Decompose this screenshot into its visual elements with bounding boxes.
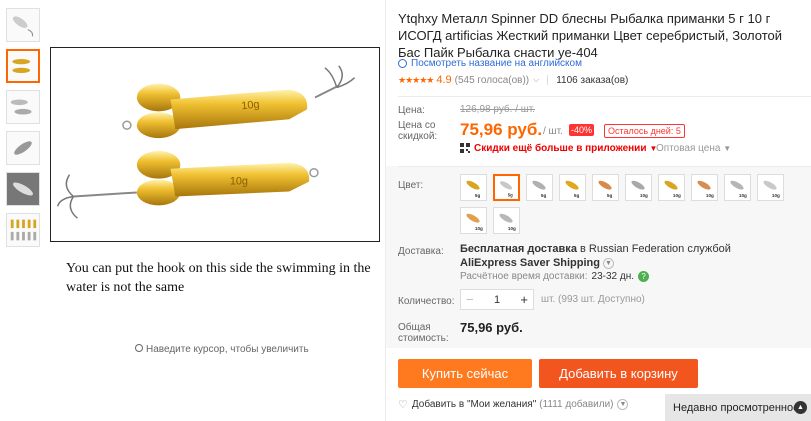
color-swatch[interactable]: 5g: [592, 174, 619, 201]
product-title: Ytqhxy Металл Spinner DD блесны Рыбалка …: [398, 11, 783, 60]
shipping-label: Доставка:: [398, 246, 444, 257]
add-to-wishlist[interactable]: ♡ Добавить в "Мои желания" (1111 добавил…: [398, 398, 629, 411]
price-label: Цена:: [398, 105, 425, 116]
divider: [398, 166, 811, 167]
wishlist-count: (1111 добавили): [539, 399, 614, 410]
translate-link-text: Посмотреть название на английском: [411, 58, 582, 69]
discount-badge: -40%: [569, 124, 595, 136]
swatch-label: 10g: [739, 193, 747, 198]
color-swatch[interactable]: 5g: [526, 174, 553, 201]
wholesale-text: Оптовая цена: [656, 143, 721, 154]
free-shipping-text: Бесплатная доставка: [460, 243, 577, 255]
days-left-badge: Осталось дней: 5: [604, 124, 685, 138]
orders-count: 1106 заказа(ов): [556, 74, 629, 86]
lure-label-lower: 10g: [230, 176, 248, 188]
swatch-label: 10g: [475, 226, 483, 231]
shipping-service[interactable]: AliExpress Saver Shipping ▼: [460, 257, 614, 269]
thumbnail-5[interactable]: [6, 172, 40, 206]
swatch-label: 10g: [706, 193, 714, 198]
swatch-label: 10g: [640, 193, 648, 198]
color-swatch[interactable]: 10g: [724, 174, 751, 201]
swatch-label: 10g: [673, 193, 681, 198]
quantity-stepper: − 1 +: [460, 289, 534, 310]
lure-upper: 10g: [122, 65, 356, 139]
delivery-time: Расчётное время доставки: 23-32 дн. ?: [460, 271, 650, 282]
recently-viewed-bar[interactable]: Недавно просмотренное ▲: [665, 394, 811, 421]
swatch-label: 5g: [475, 193, 481, 198]
shipping-info: Бесплатная доставка в Russian Federation…: [460, 243, 731, 255]
quantity-label: Количество:: [398, 296, 455, 307]
add-to-cart-button[interactable]: Добавить в корзину: [539, 359, 698, 388]
increment-button[interactable]: +: [520, 292, 528, 307]
shipping-destination: в Russian Federation службой: [576, 243, 731, 255]
recently-viewed-label: Недавно просмотренное: [673, 401, 800, 414]
app-promo-link[interactable]: Скидки ещё больше в приложении ▼: [474, 143, 657, 154]
delivery-time-label: Расчётное время доставки:: [460, 271, 588, 282]
globe-icon: [398, 59, 407, 68]
swatch-label: 5g: [574, 193, 580, 198]
per-unit: / шт.: [543, 126, 563, 137]
help-icon[interactable]: ?: [638, 271, 650, 282]
old-price: 126,98 руб. / шт.: [460, 104, 536, 115]
delivery-time-value: 23-32 дн.: [591, 271, 635, 282]
chevron-down-icon[interactable]: ▼: [617, 399, 629, 410]
thumbnail-list: [6, 8, 42, 254]
zoom-hint: Наведите курсор, чтобы увеличить: [135, 344, 309, 355]
color-swatch[interactable]: 5g: [559, 174, 586, 201]
stars-icon: ★★★★★: [398, 74, 434, 85]
color-swatch[interactable]: 10g: [493, 207, 520, 234]
thumbnail-2[interactable]: [6, 49, 40, 83]
image-caption: You can put the hook on this side the sw…: [66, 261, 371, 295]
heart-icon: ♡: [398, 399, 408, 411]
color-swatch[interactable]: 5g: [460, 174, 487, 201]
chevron-up-icon[interactable]: ▲: [794, 401, 807, 414]
app-promo-text: Скидки ещё больше в приложении: [474, 143, 647, 154]
thumbnail-6[interactable]: [6, 213, 40, 247]
chevron-down-icon: ▼: [603, 257, 614, 269]
wishlist-text: Добавить в "Мои желания": [411, 399, 537, 410]
swatch-label: 5g: [541, 193, 547, 198]
current-price: 75,96 руб.: [460, 120, 543, 139]
lure-lower: 10g: [56, 150, 319, 219]
chevron-down-icon[interactable]: ⌵: [533, 75, 539, 85]
divider: [547, 75, 549, 85]
buy-now-button[interactable]: Купить сейчас: [398, 359, 532, 388]
swatch-label: 5g: [508, 192, 513, 197]
color-swatch[interactable]: 10g: [460, 207, 487, 234]
caret-down-icon: ▼: [723, 144, 732, 153]
color-swatch[interactable]: 10g: [625, 174, 652, 201]
color-swatch[interactable]: 10g: [691, 174, 718, 201]
translate-link[interactable]: Посмотреть название на английском: [398, 58, 582, 69]
decrement-button[interactable]: −: [466, 292, 474, 307]
rating-row: ★★★★★ 4.9 (545 голоса(ов)) ⌵ 1106 заказа…: [398, 74, 628, 86]
magnifier-icon: [135, 344, 143, 352]
thumbnail-4[interactable]: [6, 131, 40, 165]
swatch-label: 5g: [607, 193, 613, 198]
swatch-label: 10g: [508, 226, 516, 231]
color-swatches: 5g 5g 5g 5g 5g 10g 10g 10g 10g 10g 10g 10g: [460, 174, 800, 234]
qr-code-icon: [460, 143, 470, 153]
thumbnail-1[interactable]: [6, 8, 40, 42]
color-swatch[interactable]: 5g: [493, 174, 520, 201]
stock-available: шт. (993 шт. Доступно): [541, 294, 645, 305]
rating-value: 4.9: [436, 74, 452, 86]
zoom-hint-text: Наведите курсор, чтобы увеличить: [146, 344, 309, 355]
color-swatch[interactable]: 10g: [757, 174, 784, 201]
color-label: Цвет:: [398, 180, 424, 191]
swatch-label: 10g: [772, 193, 780, 198]
total-label: Общая стоимость:: [398, 322, 449, 344]
shipping-service-name: AliExpress Saver Shipping: [460, 257, 600, 269]
wholesale-price-link[interactable]: Оптовая цена ▼: [656, 143, 731, 154]
thumbnail-3[interactable]: [6, 90, 40, 124]
lure-label-upper: 10g: [241, 99, 260, 113]
discount-price-label: Цена со скидкой:: [398, 120, 438, 142]
votes-count[interactable]: (545 голоса(ов)): [455, 75, 530, 86]
divider: [398, 96, 811, 97]
total-price: 75,96 руб.: [460, 320, 523, 335]
main-product-image[interactable]: 10g 10g: [50, 47, 380, 242]
quantity-value[interactable]: 1: [494, 294, 500, 306]
color-swatch[interactable]: 10g: [658, 174, 685, 201]
